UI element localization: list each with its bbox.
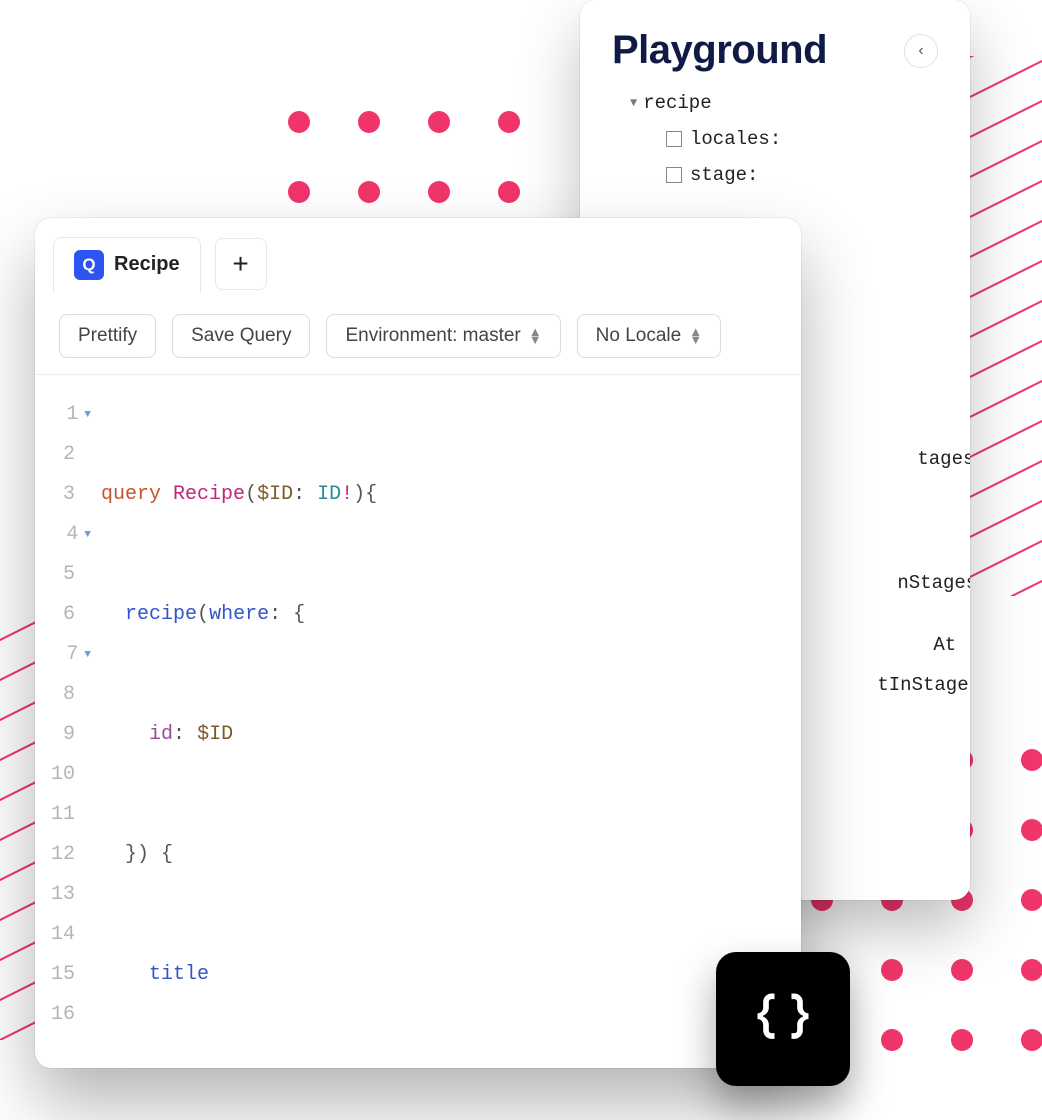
line-number: 12 xyxy=(51,835,91,875)
fold-caret-icon[interactable]: ▼ xyxy=(84,644,91,666)
schema-explorer: ▼ recipe locales: stage: xyxy=(612,85,938,193)
select-label: Environment: master xyxy=(345,325,520,347)
caret-down-icon: ▼ xyxy=(630,92,637,115)
button-label: Save Query xyxy=(191,325,291,347)
code-braces-badge xyxy=(716,952,850,1086)
playground-title: Playground xyxy=(612,28,827,73)
line-number: 10 xyxy=(51,755,91,795)
chevron-left-icon: ‹ xyxy=(918,42,923,60)
line-number: 1▼ xyxy=(51,395,91,435)
locale-select[interactable]: No Locale ▲▼ xyxy=(577,314,721,358)
fold-caret-icon[interactable]: ▼ xyxy=(84,404,91,426)
line-number: 2 xyxy=(51,435,91,475)
line-number: 4▼ xyxy=(51,515,91,555)
explorer-arg-locales[interactable]: locales: xyxy=(666,121,938,157)
line-number: 7▼ xyxy=(51,635,91,675)
checkbox-icon xyxy=(666,167,682,183)
decoration-dots-top xyxy=(285,108,525,208)
editor-panel: Q Recipe + Prettify Save Query Environme… xyxy=(35,218,801,1068)
checkbox-icon xyxy=(666,131,682,147)
tab-recipe[interactable]: Q Recipe xyxy=(53,237,201,292)
explorer-root-recipe[interactable]: ▼ recipe xyxy=(612,85,938,121)
line-number: 15 xyxy=(51,955,91,995)
save-query-button[interactable]: Save Query xyxy=(172,314,310,358)
line-number: 8 xyxy=(51,675,91,715)
line-gutter: 1▼234▼567▼8910111213141516 xyxy=(51,395,101,1068)
code-editor[interactable]: 1▼234▼567▼8910111213141516 query Recipe(… xyxy=(35,375,801,1068)
line-number: 16 xyxy=(51,995,91,1035)
sort-arrows-icon: ▲▼ xyxy=(529,328,542,344)
editor-toolbar: Prettify Save Query Environment: master … xyxy=(35,298,801,375)
line-number: 5 xyxy=(51,555,91,595)
line-number: 14 xyxy=(51,915,91,955)
collapse-button[interactable]: ‹ xyxy=(904,34,938,68)
explorer-arg-label: locales: xyxy=(690,121,781,157)
line-number: 3 xyxy=(51,475,91,515)
fold-caret-icon[interactable]: ▼ xyxy=(84,524,91,546)
fragment-text: nStages xyxy=(897,564,970,604)
sort-arrows-icon: ▲▼ xyxy=(689,328,702,344)
query-badge-icon: Q xyxy=(74,250,104,280)
explorer-arg-stage[interactable]: stage: xyxy=(666,157,938,193)
button-label: Prettify xyxy=(78,325,137,347)
line-number: 13 xyxy=(51,875,91,915)
explorer-root-label: recipe xyxy=(643,85,711,121)
prettify-button[interactable]: Prettify xyxy=(59,314,156,358)
select-label: No Locale xyxy=(596,325,682,347)
tab-label: Recipe xyxy=(114,253,180,276)
environment-select[interactable]: Environment: master ▲▼ xyxy=(326,314,560,358)
fragment-text: tInStages xyxy=(877,666,970,706)
line-number: 11 xyxy=(51,795,91,835)
fragment-text: tages xyxy=(917,440,970,480)
explorer-overflow-fragments: tages nStages At tInStages xyxy=(877,440,970,706)
braces-icon xyxy=(749,985,817,1053)
fragment-text: At xyxy=(933,626,970,666)
explorer-arg-label: stage: xyxy=(690,157,758,193)
code-lines: query Recipe($ID: ID!){ recipe(where: { … xyxy=(101,395,377,1068)
add-tab-button[interactable]: + xyxy=(215,238,267,290)
editor-tabs: Q Recipe + xyxy=(35,218,801,298)
line-number: 9 xyxy=(51,715,91,755)
plus-icon: + xyxy=(232,248,248,280)
line-number: 6 xyxy=(51,595,91,635)
